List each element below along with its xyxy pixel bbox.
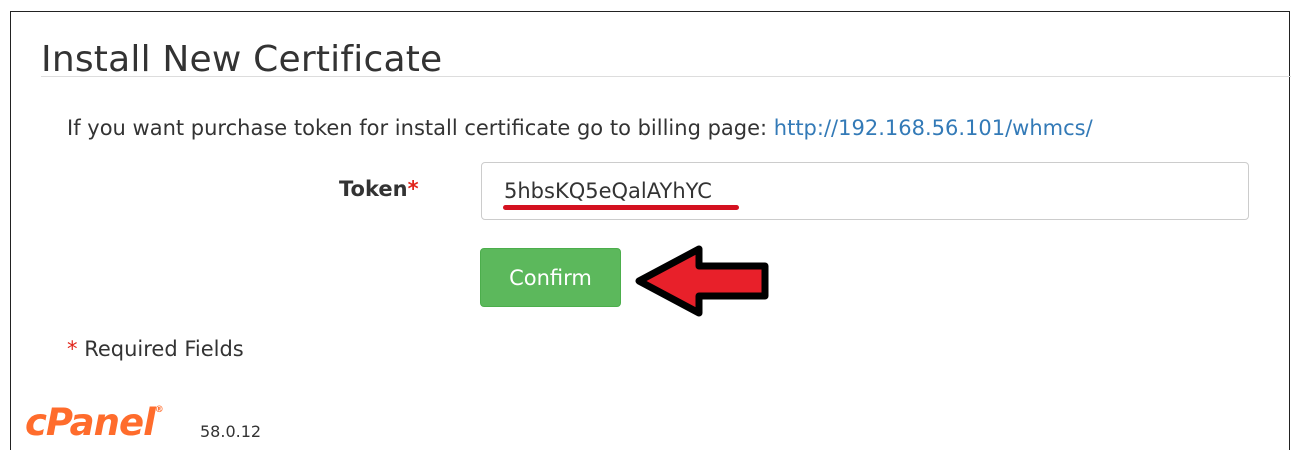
content-panel: Install New Certificate If you want purc… [10,11,1291,450]
cpanel-logo: cPanel® [25,401,164,444]
confirm-button[interactable]: Confirm [480,248,621,307]
page-title: Install New Certificate [41,39,443,80]
version-number: 58.0.12 [200,422,262,441]
required-fields-text: Required Fields [84,337,244,361]
registered-mark: ® [154,405,164,415]
token-input[interactable] [481,162,1249,220]
billing-page-link[interactable]: http://192.168.56.101/whmcs/ [774,116,1093,140]
billing-info-text: If you want purchase token for install c… [67,116,1093,140]
token-label-text: Token [339,177,408,201]
billing-info-message: If you want purchase token for install c… [67,116,774,140]
required-marker: * [67,337,78,361]
title-divider [41,76,1291,77]
required-marker: * [407,177,419,201]
token-label: Token* [339,177,419,201]
left-arrow-icon [635,245,769,317]
annotation-underline [503,205,739,210]
cpanel-logo-text: cPanel [25,401,156,444]
required-fields-note: * Required Fields [67,337,244,361]
